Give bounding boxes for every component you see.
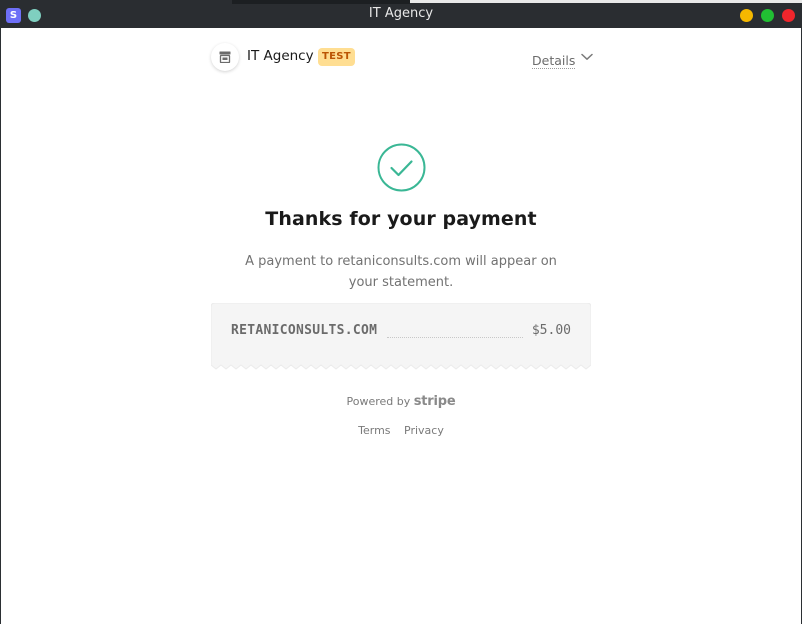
window-title: IT Agency <box>368 6 434 21</box>
dotted-leader <box>387 337 523 338</box>
terms-link[interactable]: Terms <box>358 424 390 437</box>
details-toggle[interactable]: Details <box>532 50 593 69</box>
background-window-strip <box>232 0 410 4</box>
details-label[interactable]: Details <box>532 53 576 69</box>
merchant-name: IT Agency <box>247 48 314 64</box>
storefront-icon <box>219 51 231 63</box>
powered-by-stripe[interactable]: Powered by stripe <box>1 394 801 409</box>
payment-amount: $5.00 <box>531 323 571 338</box>
check-circle-icon <box>377 143 426 192</box>
receipt-card: RETANICONSULTS.COM $5.00 <box>211 303 591 370</box>
confirmation-message: A payment to retaniconsults.com will app… <box>245 254 557 290</box>
checkout-header: IT Agency TEST Details <box>211 42 593 74</box>
stripe-logo[interactable]: stripe <box>414 394 456 409</box>
merchant-avatar <box>211 43 239 71</box>
test-mode-badge: TEST <box>318 48 355 66</box>
close-button[interactable] <box>782 9 795 22</box>
background-window-strip <box>410 0 802 3</box>
confirmation-title: Thanks for your payment <box>265 208 537 230</box>
maximize-button[interactable] <box>761 9 774 22</box>
checkout-page: IT Agency TEST Details Thanks for your p… <box>1 28 801 624</box>
footer-links: Terms Privacy <box>1 424 801 437</box>
chevron-down-icon[interactable] <box>581 53 593 61</box>
statement-descriptor: RETANICONSULTS.COM <box>231 323 378 338</box>
powered-by-label: Powered by <box>346 395 411 408</box>
privacy-link[interactable]: Privacy <box>404 424 444 437</box>
minimize-button[interactable] <box>740 9 753 22</box>
window-titlebar: S IT Agency <box>0 0 802 28</box>
